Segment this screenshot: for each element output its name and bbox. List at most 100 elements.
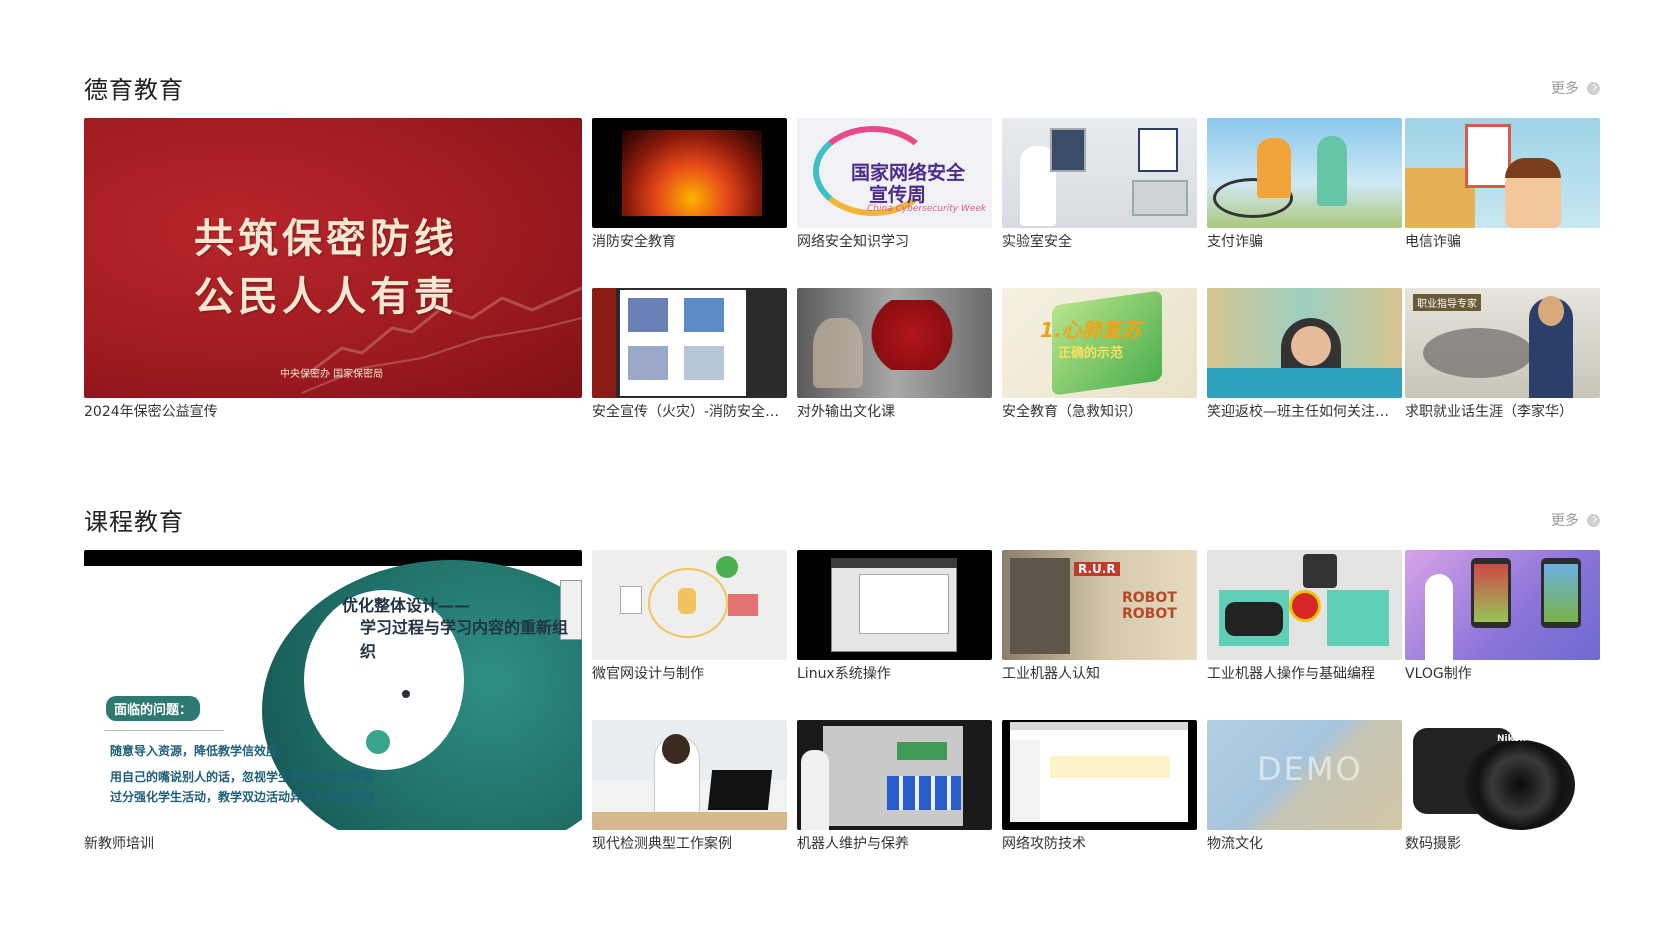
video-title[interactable]: 工业机器人认知 (1002, 665, 1197, 683)
video-thumbnail[interactable]: 共筑保密防线 公民人人有责 中央保密办 国家保密局 (84, 118, 582, 398)
video-thumbnail[interactable]: 优化整体设计—— 学习过程与学习内容的重新组织 面临的问题： 随意导入资源，降低… (84, 550, 582, 830)
video-title[interactable]: 工业机器人操作与基础编程 (1207, 665, 1402, 683)
video-thumbnail[interactable]: R.U.R ROBOT ROBOT (1002, 550, 1197, 660)
thumbnail-text: 职业指导专家 (1413, 294, 1481, 311)
video-thumbnail[interactable] (1002, 720, 1197, 830)
phone-frame-illustration (1465, 124, 1511, 188)
thumbnail-text: R.U.R (1074, 562, 1120, 576)
video-thumbnail[interactable]: 1.心肺复苏 正确的示范 (1002, 288, 1197, 398)
dialog-panel (859, 574, 949, 634)
video-title[interactable]: 电信诈骗 (1405, 233, 1600, 251)
video-card[interactable]: 工业机器人操作与基础编程 (1207, 550, 1402, 683)
video-title[interactable]: 网络安全知识学习 (797, 233, 992, 251)
decor-dot (402, 690, 410, 698)
video-thumbnail[interactable] (1207, 550, 1402, 660)
video-card[interactable]: 实验室安全 (1002, 118, 1197, 251)
video-title[interactable]: 安全教育（急救知识） (1002, 403, 1197, 421)
section-header: 课程教育 更多 (84, 498, 1600, 544)
video-card[interactable]: Nikon 数码摄影 (1405, 720, 1600, 853)
section-header: 德育教育 更多 (84, 66, 1600, 112)
video-thumbnail[interactable] (592, 550, 787, 660)
video-title[interactable]: 笑迎返校—班主任如何关注学生心理 (1207, 403, 1402, 421)
video-thumbnail[interactable] (592, 288, 787, 398)
video-card[interactable]: 电信诈骗 (1405, 118, 1600, 251)
diagram-step (628, 346, 668, 380)
video-title[interactable]: 求职就业话生涯（李家华） (1405, 403, 1600, 421)
video-thumbnail[interactable]: 国家网络安全 宣传周 China Cybersecurity Week (797, 118, 992, 228)
video-card[interactable]: 网络攻防技术 (1002, 720, 1197, 853)
more-link[interactable]: 更多 (1551, 78, 1600, 98)
section-moral-education: 德育教育 更多 共筑保密防线 公民人人有责 中央保密办 国家保密局 2024年保密… (84, 66, 1600, 420)
video-thumbnail[interactable] (1405, 118, 1600, 228)
video-thumbnail[interactable] (1207, 288, 1402, 398)
video-title[interactable]: Linux系统操作 (797, 665, 992, 683)
video-title[interactable]: VLOG制作 (1405, 665, 1600, 683)
highlight-block (1050, 756, 1170, 778)
window-titlebar (831, 558, 957, 568)
video-title[interactable]: 机器人维护与保养 (797, 835, 992, 853)
phone-screen-image (1541, 558, 1581, 628)
presenter-face (1291, 326, 1331, 366)
video-card[interactable]: 微官网设计与制作 (592, 550, 787, 683)
video-thumbnail[interactable] (592, 118, 787, 228)
video-grid: 共筑保密防线 公民人人有责 中央保密办 国家保密局 2024年保密公益宣传 消防安… (84, 118, 1600, 428)
video-card[interactable]: 国家网络安全 宣传周 China Cybersecurity Week 网络安全… (797, 118, 992, 251)
video-title[interactable]: 新教师培训 (84, 835, 582, 853)
video-card[interactable]: 现代检测典型工作案例 (592, 720, 787, 853)
video-title[interactable]: 现代检测典型工作案例 (592, 835, 787, 853)
character-illustration (1257, 138, 1291, 198)
decor-dot (366, 730, 390, 754)
more-label: 更多 (1551, 513, 1579, 529)
featured-video-card[interactable]: 优化整体设计—— 学习过程与学习内容的重新组织 面临的问题： 随意导入资源，降低… (84, 550, 582, 853)
video-thumbnail[interactable] (1207, 118, 1402, 228)
featured-video-card[interactable]: 共筑保密防线 公民人人有责 中央保密办 国家保密局 2024年保密公益宣传 (84, 118, 582, 421)
emergency-stop-icon (1289, 590, 1321, 622)
thumbnail-text: 正确的示范 (1058, 346, 1124, 361)
video-thumbnail[interactable] (1002, 118, 1197, 228)
video-card[interactable]: 笑迎返校—班主任如何关注学生心理 (1207, 288, 1402, 421)
video-card[interactable]: R.U.R ROBOT ROBOT 工业机器人认知 (1002, 550, 1197, 683)
video-card[interactable]: 对外输出文化课 (797, 288, 992, 421)
device-image (1303, 554, 1337, 588)
video-title[interactable]: 消防安全教育 (592, 233, 787, 251)
video-title[interactable]: 实验室安全 (1002, 233, 1197, 251)
video-thumbnail[interactable] (592, 720, 787, 830)
video-thumbnail[interactable] (797, 288, 992, 398)
video-title[interactable]: 网络攻防技术 (1002, 835, 1197, 853)
video-title[interactable]: 对外输出文化课 (797, 403, 992, 421)
video-title[interactable]: 安全宣传（火灾）-消防安全知识 (592, 403, 787, 421)
character-illustration (1425, 574, 1453, 660)
camera-lens-image (1465, 740, 1575, 830)
historical-photo (1010, 558, 1070, 654)
thumbnail-text: ROBOT ROBOT (1122, 590, 1177, 622)
video-card[interactable]: 机器人维护与保养 (797, 720, 992, 853)
video-card[interactable]: Linux系统操作 (797, 550, 992, 683)
video-title[interactable]: 2024年保密公益宣传 (84, 403, 582, 421)
person-head (662, 734, 690, 764)
video-thumbnail[interactable] (797, 720, 992, 830)
character-illustration (1505, 158, 1561, 228)
video-card[interactable]: 消防安全教育 (592, 118, 787, 251)
video-title[interactable]: 微官网设计与制作 (592, 665, 787, 683)
phone-screen-image (1471, 558, 1511, 628)
video-thumbnail[interactable]: Nikon (1405, 720, 1600, 830)
video-card[interactable]: 1.心肺复苏 正确的示范 安全教育（急救知识） (1002, 288, 1197, 421)
desk-image (592, 812, 787, 830)
thumbnail-headline: 共筑保密防线 公民人人有责 (194, 216, 458, 320)
video-grid: 优化整体设计—— 学习过程与学习内容的重新组织 面临的问题： 随意导入资源，降低… (84, 550, 1600, 860)
video-card[interactable]: 支付诈骗 (1207, 118, 1402, 251)
video-card[interactable]: 职业指导专家 求职就业话生涯（李家华） (1405, 288, 1600, 421)
video-card[interactable]: 安全宣传（火灾）-消防安全知识 (592, 288, 787, 421)
video-thumbnail[interactable]: 职业指导专家 (1405, 288, 1600, 398)
video-thumbnail[interactable] (797, 550, 992, 660)
diagram-step (684, 346, 724, 380)
video-card[interactable]: VLOG制作 (1405, 550, 1600, 683)
video-title[interactable]: 数码摄影 (1405, 835, 1600, 853)
video-title[interactable]: 支付诈骗 (1207, 233, 1402, 251)
more-link[interactable]: 更多 (1551, 510, 1600, 530)
video-thumbnail[interactable]: DEMO (1207, 720, 1402, 830)
video-card[interactable]: DEMO 物流文化 (1207, 720, 1402, 853)
video-title[interactable]: 物流文化 (1207, 835, 1402, 853)
video-thumbnail[interactable] (1405, 550, 1600, 660)
circuit-board (897, 742, 947, 760)
